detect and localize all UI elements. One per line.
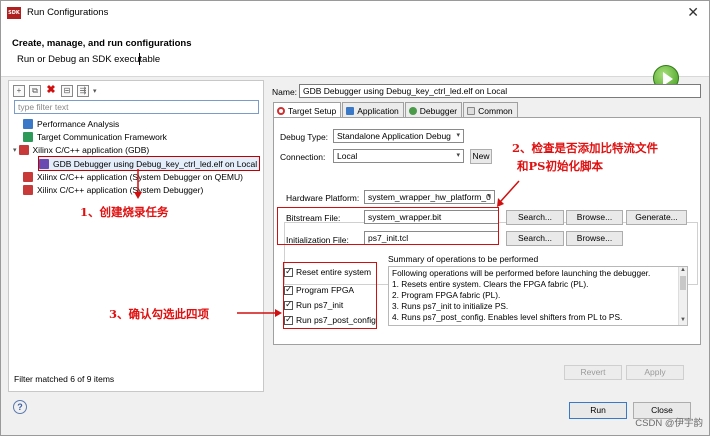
annotation-step-2-line2: 和PS初始化脚本 [517, 159, 603, 173]
arrow-3-head [275, 309, 282, 317]
help-icon[interactable]: ? [13, 400, 27, 414]
annotation-step-1: 1、创建烧录任务 [80, 205, 169, 219]
csdn-watermark: CSDN @伊宇韵 [635, 418, 703, 429]
annotation-step-3: 3、确认勾选此四项 [109, 307, 210, 321]
annotation-step-2-line1: 2、检查是否添加比特流文件 [512, 141, 659, 155]
dialog-footer: ? Run Close CSDN @伊宇韵 [1, 395, 709, 435]
arrow-1-head [134, 192, 142, 199]
arrow-2-line [500, 180, 520, 202]
run-configurations-window: SDK Run Configurations ✕ Create, manage,… [0, 0, 710, 436]
run-button[interactable]: Run [569, 402, 627, 419]
